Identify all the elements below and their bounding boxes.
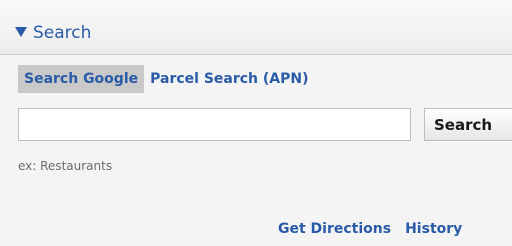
search-button[interactable]: Search	[424, 108, 512, 141]
footer-links: Get Directions History	[278, 219, 462, 239]
triangle-down-icon	[15, 27, 27, 37]
panel-title: Search	[33, 23, 92, 43]
search-hint: ex: Restaurants	[18, 159, 113, 173]
search-input[interactable]	[18, 108, 411, 141]
get-directions-link[interactable]: Get Directions	[278, 221, 391, 237]
tab-search-google[interactable]: Search Google	[18, 65, 145, 93]
search-tabs: Search Google Parcel Search (APN)	[18, 65, 313, 93]
tab-parcel-search[interactable]: Parcel Search (APN)	[144, 65, 312, 93]
history-link[interactable]: History	[405, 221, 462, 237]
search-panel-header[interactable]: Search	[0, 0, 512, 55]
panel-toggle[interactable]: Search	[15, 22, 91, 44]
